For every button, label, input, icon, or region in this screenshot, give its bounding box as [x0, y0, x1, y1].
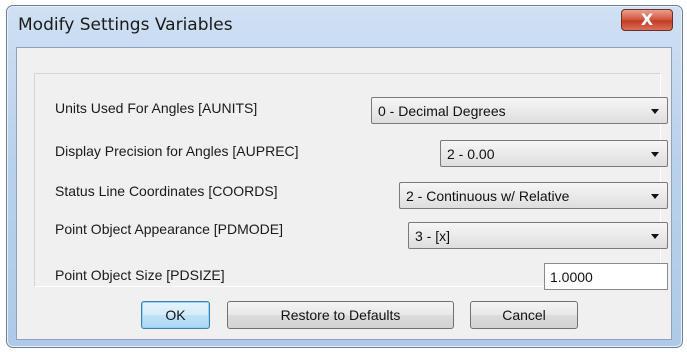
dialog-client-area: Units Used For Angles [AUNITS] 0 - Decim…	[16, 47, 672, 340]
pdsize-input[interactable]: 1.0000	[544, 263, 668, 290]
settings-group: Units Used For Angles [AUNITS] 0 - Decim…	[34, 73, 668, 290]
window-title: Modify Settings Variables	[18, 15, 233, 35]
chevron-down-icon	[651, 152, 659, 157]
pdsize-label: Point Object Size [PDSIZE]	[55, 267, 225, 283]
coords-selected-value: 2 - Continuous w/ Relative	[406, 188, 570, 204]
pdmode-selected-value: 3 - [x]	[415, 228, 451, 244]
pdmode-label: Point Object Appearance [PDMODE]	[55, 221, 283, 237]
coords-label: Status Line Coordinates [COORDS]	[55, 183, 278, 199]
dialog-window: Modify Settings Variables X Units Used F…	[6, 5, 683, 348]
auprec-selected-value: 2 - 0.00	[447, 146, 495, 162]
pdsize-value: 1.0000	[550, 269, 593, 285]
chevron-down-icon	[651, 194, 659, 199]
cancel-button[interactable]: Cancel	[470, 301, 578, 329]
restore-defaults-button[interactable]: Restore to Defaults	[227, 301, 454, 329]
close-button[interactable]: X	[621, 9, 673, 31]
coords-dropdown[interactable]: 2 - Continuous w/ Relative	[399, 182, 668, 209]
chevron-down-icon	[651, 234, 659, 239]
auprec-label: Display Precision for Angles [AUPREC]	[55, 143, 299, 159]
aunits-selected-value: 0 - Decimal Degrees	[378, 103, 506, 119]
aunits-dropdown[interactable]: 0 - Decimal Degrees	[371, 97, 668, 124]
chevron-down-icon	[651, 109, 659, 114]
ok-button[interactable]: OK	[141, 301, 210, 329]
close-icon: X	[640, 10, 654, 29]
auprec-dropdown[interactable]: 2 - 0.00	[440, 140, 668, 167]
pdmode-dropdown[interactable]: 3 - [x]	[408, 222, 668, 249]
title-bar[interactable]: Modify Settings Variables X	[7, 6, 682, 42]
aunits-label: Units Used For Angles [AUNITS]	[55, 100, 258, 116]
